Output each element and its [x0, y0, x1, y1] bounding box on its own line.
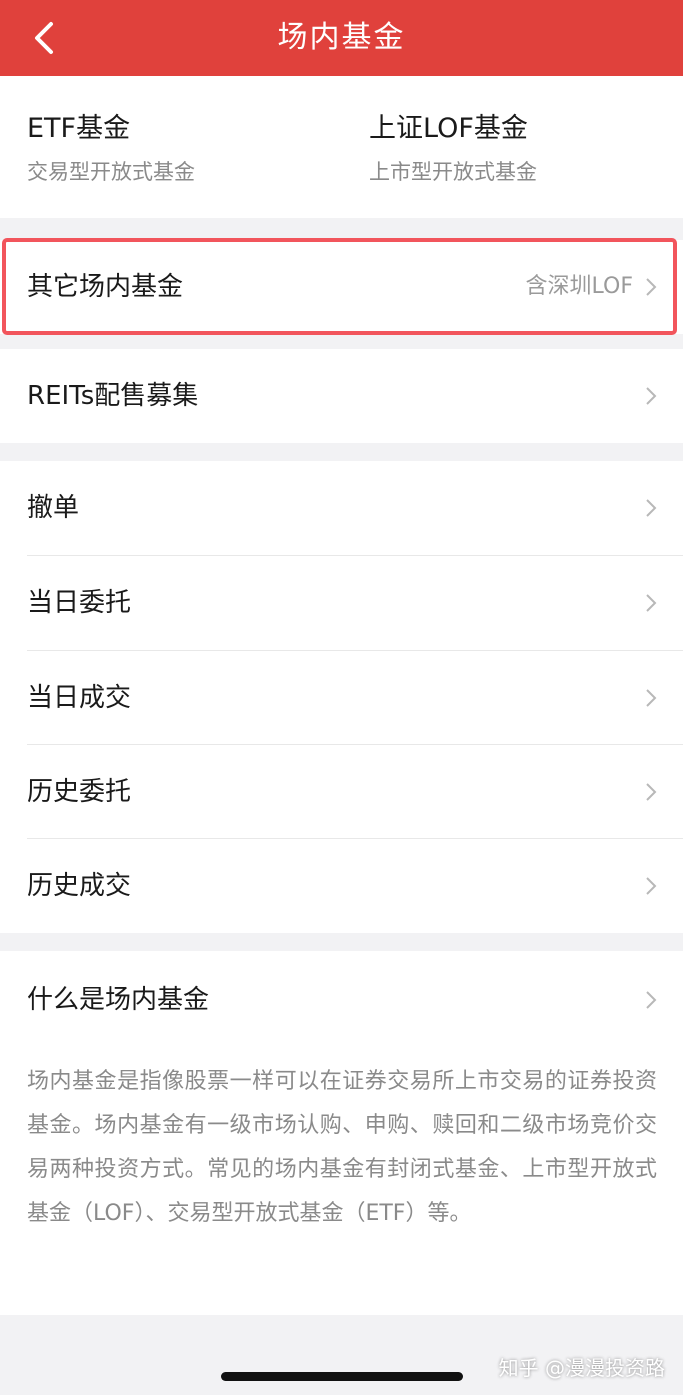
- chevron-right-icon: [646, 278, 657, 296]
- other-fund-row[interactable]: 其它场内基金 含深圳LOF: [0, 240, 683, 334]
- menu-item-label: 当日委托: [27, 588, 132, 618]
- sh-lof-fund-entry[interactable]: 上证LOF基金 上市型开放式基金: [369, 76, 669, 216]
- today-orders-row[interactable]: 当日委托: [0, 556, 683, 650]
- about-description: 场内基金是指像股票一样可以在证券交易所上市交易的证券投资基金。场内基金有一级市场…: [27, 1069, 657, 1226]
- menu-item-label: 历史委托: [27, 777, 132, 807]
- menu-item-label: 当日成交: [27, 683, 132, 713]
- chevron-right-icon: [646, 991, 657, 1009]
- other-fund-card: 其它场内基金 含深圳LOF: [0, 240, 683, 334]
- watermark: 知乎 @漫漫投资路: [498, 1356, 665, 1380]
- etf-fund-subtitle: 交易型开放式基金: [27, 160, 195, 184]
- chevron-right-icon: [646, 877, 657, 895]
- etf-fund-title: ETF基金: [27, 113, 131, 144]
- other-fund-hint: 含深圳LOF: [525, 274, 633, 299]
- reits-row[interactable]: REITs配售募集: [0, 349, 683, 443]
- chevron-right-icon: [646, 499, 657, 517]
- history-deals-row[interactable]: 历史成交: [0, 839, 683, 933]
- chevron-right-icon: [646, 689, 657, 707]
- cancel-order-row[interactable]: 撤单: [0, 461, 683, 555]
- reits-label: REITs配售募集: [27, 381, 199, 411]
- history-orders-row[interactable]: 历史委托: [0, 745, 683, 839]
- etf-fund-entry[interactable]: ETF基金 交易型开放式基金: [27, 76, 327, 216]
- chevron-right-icon: [646, 594, 657, 612]
- home-indicator[interactable]: [221, 1372, 463, 1381]
- reits-card: REITs配售募集: [0, 349, 683, 443]
- chevron-right-icon: [646, 783, 657, 801]
- menu-item-label: 撤单: [27, 493, 80, 523]
- about-label: 什么是场内基金: [27, 985, 210, 1015]
- page-title: 场内基金: [277, 20, 406, 55]
- sh-lof-fund-subtitle: 上市型开放式基金: [369, 160, 537, 184]
- chevron-right-icon: [646, 387, 657, 405]
- order-menu-card: 撤单 当日委托 当日成交 历史委托 历史成交: [0, 461, 683, 933]
- about-row[interactable]: 什么是场内基金: [0, 953, 683, 1047]
- today-deals-row[interactable]: 当日成交: [0, 651, 683, 745]
- other-fund-label: 其它场内基金: [27, 272, 184, 302]
- sh-lof-fund-title: 上证LOF基金: [369, 113, 528, 144]
- app-header: 场内基金: [0, 0, 683, 76]
- menu-item-label: 历史成交: [27, 871, 132, 901]
- fund-type-card: ETF基金 交易型开放式基金 上证LOF基金 上市型开放式基金: [0, 76, 683, 218]
